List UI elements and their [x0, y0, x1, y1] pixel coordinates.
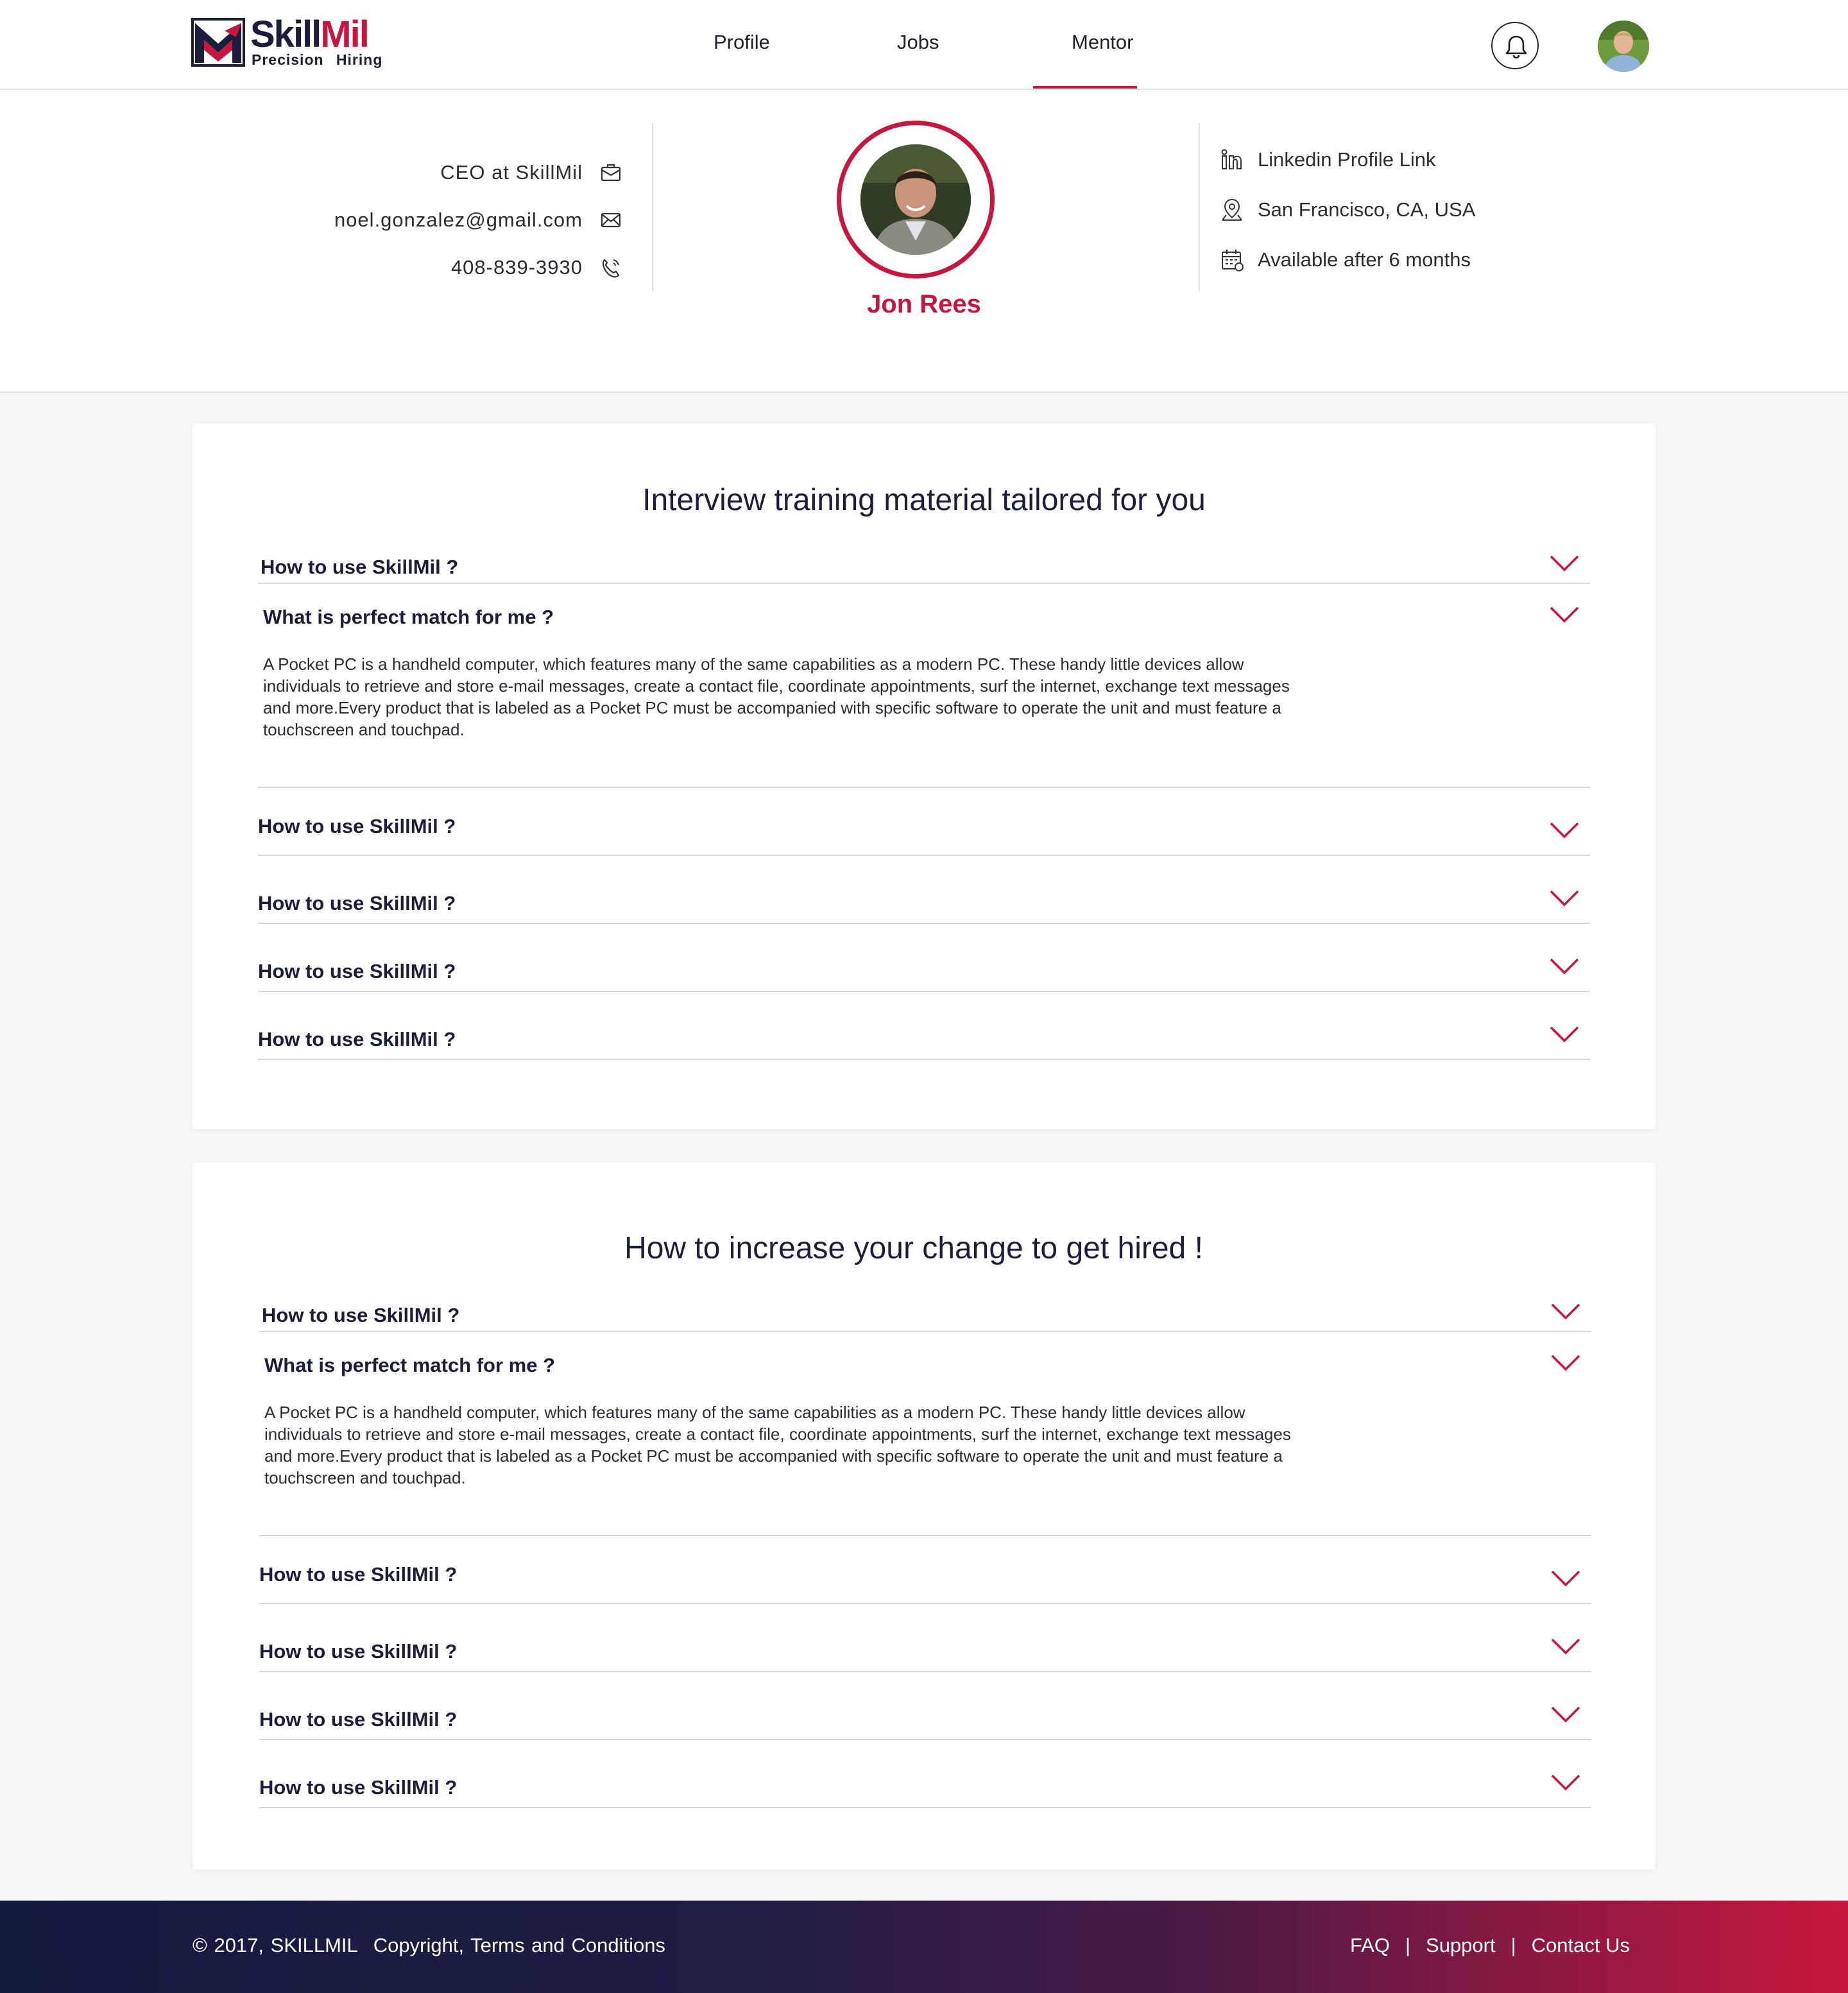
- profile-name: Jon Rees: [867, 290, 981, 318]
- linkedin-icon: [1221, 149, 1242, 169]
- footer-separator: |: [1405, 1934, 1411, 1956]
- faq-question[interactable]: How to use SkillMil ?: [259, 1776, 457, 1799]
- terms-link[interactable]: Copyright, Terms and Conditions: [373, 1934, 665, 1956]
- faq-question[interactable]: How to use SkillMil ?: [261, 556, 458, 579]
- faq-question[interactable]: What is perfect match for me ?: [264, 1354, 555, 1377]
- faq-item[interactable]: How to use SkillMil ?: [258, 924, 1590, 992]
- faq-item[interactable]: How to use SkillMil ?: [259, 1290, 1591, 1332]
- faq-item[interactable]: How to use SkillMil ?: [258, 992, 1590, 1060]
- faq-question[interactable]: How to use SkillMil ?: [258, 815, 456, 838]
- chevron-down-icon[interactable]: [1550, 1303, 1581, 1321]
- footer-link-contact[interactable]: Contact Us: [1532, 1934, 1630, 1956]
- chevron-down-icon[interactable]: [1550, 1354, 1581, 1372]
- section-title: Interview training material tailored for…: [642, 483, 1206, 517]
- chevron-down-icon[interactable]: [1549, 889, 1580, 907]
- profile-summary: CEO at SkillMil noel.gonzalez@gmail.com …: [0, 90, 1848, 393]
- chevron-down-icon[interactable]: [1550, 1706, 1581, 1724]
- faq-item[interactable]: How to use SkillMil ?: [258, 542, 1590, 584]
- faq-question[interactable]: What is perfect match for me ?: [263, 606, 554, 629]
- top-header: SkillMil Precision Hiring Profile Jobs M…: [0, 0, 1848, 90]
- location-pin-icon: [1222, 198, 1242, 221]
- logo-wordmark: SkillMil: [250, 13, 370, 55]
- divider-right: [1199, 123, 1200, 291]
- logo-word-skill: Skill: [250, 13, 321, 55]
- chevron-down-icon[interactable]: [1549, 554, 1580, 572]
- faq-answer: A Pocket PC is a handheld computer, whic…: [263, 654, 1290, 739]
- availability-row: Available after 6 months: [1219, 235, 1475, 285]
- location-text: San Francisco, CA, USA: [1258, 198, 1476, 221]
- faq-item-expanded[interactable]: What is perfect match for me ? A Pocket …: [259, 1332, 1591, 1536]
- chevron-down-icon[interactable]: [1549, 606, 1580, 624]
- chevron-down-icon[interactable]: [1550, 1774, 1581, 1792]
- chevron-down-icon[interactable]: [1549, 1025, 1580, 1043]
- user-avatar[interactable]: [1598, 21, 1649, 72]
- job-title-row: CEO at SkillMil: [334, 149, 624, 196]
- page-footer: © 2017, SKILLMIL Copyright, Terms and Con…: [0, 1901, 1848, 1993]
- job-title: CEO at SkillMil: [440, 161, 583, 184]
- footer-link-faq[interactable]: FAQ: [1350, 1934, 1390, 1956]
- bell-icon: [1505, 35, 1527, 59]
- copyright-text: © 2017, SKILLMIL: [193, 1934, 358, 1956]
- faq-item[interactable]: How to use SkillMil ?: [259, 1672, 1591, 1740]
- location-row: San Francisco, CA, USA: [1219, 185, 1475, 235]
- profile-photo-image: [860, 144, 971, 255]
- extra-info: Linkedin Profile Link San Francisco, CA,…: [1219, 135, 1475, 285]
- chevron-down-icon[interactable]: [1550, 1570, 1581, 1587]
- faq-item[interactable]: How to use SkillMil ?: [258, 788, 1590, 856]
- get-hired-tips-card: How to increase your change to get hired…: [193, 1163, 1656, 1870]
- faq-item[interactable]: How to use SkillMil ?: [259, 1536, 1591, 1604]
- footer-links: FAQ | Support | Contact Us: [1350, 1934, 1630, 1957]
- contact-info: CEO at SkillMil noel.gonzalez@gmail.com …: [334, 149, 624, 291]
- nav-mentor[interactable]: Mentor: [1072, 31, 1133, 54]
- nav-active-indicator: [1033, 86, 1137, 89]
- phone-number[interactable]: 408-839-3930: [451, 256, 583, 279]
- notifications-button[interactable]: [1491, 22, 1539, 69]
- faq-question[interactable]: How to use SkillMil ?: [259, 1640, 457, 1663]
- profile-photo: [860, 144, 971, 255]
- faq-question[interactable]: How to use SkillMil ?: [259, 1708, 457, 1731]
- footer-separator: |: [1510, 1934, 1516, 1956]
- logo-mark-icon: [191, 18, 245, 67]
- briefcase-icon: [601, 164, 621, 182]
- faq-question[interactable]: How to use SkillMil ?: [262, 1304, 459, 1327]
- email-row: noel.gonzalez@gmail.com: [334, 196, 624, 244]
- user-avatar-image: [1598, 21, 1649, 72]
- faq-answer: A Pocket PC is a handheld computer, whic…: [264, 1403, 1291, 1487]
- chevron-down-icon[interactable]: [1550, 1638, 1581, 1655]
- logo-word-mil: Mil: [320, 13, 370, 55]
- footer-copyright-block: © 2017, SKILLMIL Copyright, Terms and Con…: [193, 1934, 665, 1957]
- faq-item[interactable]: How to use SkillMil ?: [258, 856, 1590, 924]
- faq-question[interactable]: How to use SkillMil ?: [259, 1563, 457, 1586]
- divider-left: [652, 123, 653, 291]
- phone-icon: [602, 259, 620, 278]
- linkedin-link[interactable]: Linkedin Profile Link: [1258, 148, 1435, 171]
- faq-item[interactable]: How to use SkillMil ?: [259, 1604, 1591, 1672]
- training-material-card: Interview training material tailored for…: [193, 423, 1656, 1129]
- nav-jobs[interactable]: Jobs: [897, 31, 939, 54]
- calendar-icon: [1222, 250, 1244, 271]
- faq-question[interactable]: How to use SkillMil ?: [258, 960, 456, 983]
- faq-question[interactable]: How to use SkillMil ?: [258, 1028, 456, 1051]
- email-address[interactable]: noel.gonzalez@gmail.com: [334, 209, 583, 232]
- skillmil-logo[interactable]: SkillMil Precision Hiring: [191, 13, 384, 72]
- phone-row: 408-839-3930: [334, 244, 624, 291]
- section-title: How to increase your change to get hired…: [624, 1231, 1203, 1265]
- availability-text: Available after 6 months: [1258, 248, 1471, 271]
- faq-question[interactable]: How to use SkillMil ?: [258, 892, 456, 915]
- nav-profile[interactable]: Profile: [714, 31, 770, 54]
- faq-item[interactable]: How to use SkillMil ?: [259, 1740, 1591, 1808]
- logo-tagline: Precision Hiring: [252, 51, 383, 68]
- linkedin-row: Linkedin Profile Link: [1219, 135, 1475, 185]
- chevron-down-icon[interactable]: [1549, 821, 1580, 839]
- mail-icon: [601, 212, 621, 228]
- faq-item-expanded[interactable]: What is perfect match for me ? A Pocket …: [258, 584, 1590, 788]
- profile-photo-ring: [837, 121, 995, 278]
- chevron-down-icon[interactable]: [1549, 957, 1580, 975]
- footer-link-support[interactable]: Support: [1426, 1934, 1496, 1956]
